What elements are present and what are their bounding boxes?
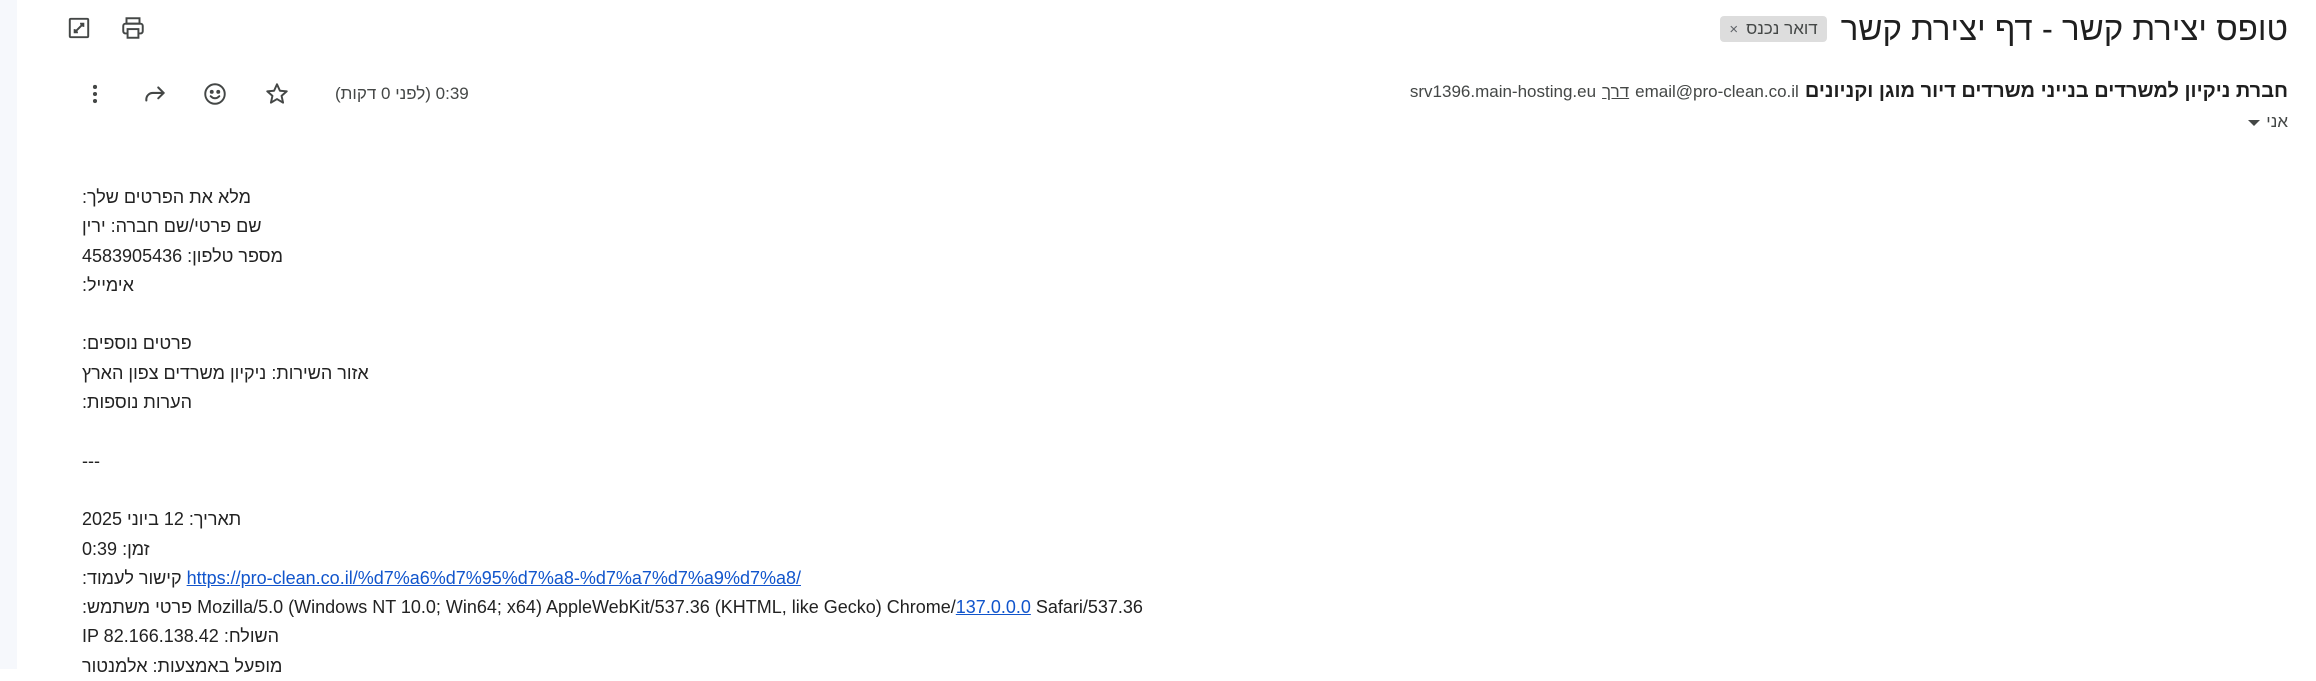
recipient-label: אני — [2266, 112, 2288, 131]
body-line-time: זמן: 0:39 — [82, 535, 1582, 564]
area-value: ניקיון משרדים צפון הארץ — [82, 362, 267, 383]
message-actions — [79, 78, 231, 110]
via-link[interactable]: דרך — [1602, 82, 1629, 102]
time-value: 0:39 — [82, 538, 118, 559]
header-actions — [63, 12, 149, 44]
more-options-button[interactable] — [79, 78, 111, 110]
powered-value: אלמנטור — [82, 655, 148, 676]
name-value: ירין — [82, 216, 106, 237]
details-title: פרטים נוספים: — [82, 333, 192, 354]
powered-label: מופעל באמצעות: — [152, 655, 283, 676]
date-value: 12 ביוני 2025 — [82, 509, 184, 530]
star-button[interactable] — [261, 78, 293, 110]
email-label: אימייל: — [82, 274, 134, 295]
ua-prefix: Mozilla/5.0 (Windows NT 10.0; Win64; x64… — [197, 597, 956, 618]
separator: --- — [82, 450, 100, 471]
emoji-icon — [204, 83, 226, 105]
chrome-version-link[interactable]: 137.0.0.0 — [956, 597, 1031, 617]
body-line-name: שם פרטי/שם חברה: ירין — [82, 212, 1582, 241]
body-line-area: אזור השירות: ניקיון משרדים צפון הארץ — [82, 359, 1582, 388]
recipient-details-toggle[interactable]: אני — [2248, 112, 2288, 132]
forward-button[interactable] — [139, 78, 171, 110]
intro-text: מלא את הפרטים שלך: — [82, 187, 251, 207]
add-reaction-button[interactable] — [199, 78, 231, 110]
powered-line: מופעל באמצעות: אלמנטור — [82, 652, 282, 681]
caret-down-icon — [2248, 120, 2261, 126]
notes-label: הערות נוספות: — [82, 392, 193, 413]
open-in-new-icon — [68, 17, 90, 39]
via-domain: srv1396.main-hosting.eu — [1409, 82, 1597, 101]
more-vert-icon — [92, 84, 98, 104]
page-link[interactable]: https://pro-clean.co.il/%d7%a6%d7%95%d7%… — [187, 568, 801, 588]
phone-label: מספר טלפון: — [187, 245, 283, 266]
ua-label: פרטי משתמש: — [82, 597, 193, 618]
ip-value: IP 82.166.138.42 — [82, 626, 219, 647]
body-line-details-title: פרטים נוספים: — [82, 329, 1582, 358]
date-line: תאריך: 12 ביוני 2025 — [82, 505, 241, 534]
area-label: אזור השירות: — [271, 362, 369, 383]
print-icon — [122, 17, 144, 39]
email-subject: טופס יצירת קשר - דף יצירת קשר — [1840, 10, 2288, 47]
body-line-phone: מספר טלפון: 4583905436 — [82, 242, 1582, 271]
body-line-user-agent: פרטי משתמש: Mozilla/5.0 (Windows NT 10.0… — [82, 593, 1582, 622]
message-body: מלא את הפרטים שלך: שם פרטי/שם חברה: ירין… — [82, 183, 1582, 681]
date-label: תאריך: — [188, 509, 242, 530]
open-in-new-window-button[interactable] — [63, 12, 95, 44]
email-view: טופס יצירת קשר - דף יצירת קשר דואר נכנס … — [17, 0, 2316, 676]
body-line-separator: --- — [82, 447, 1582, 476]
name-label-text: שם פרטי/שם חברה: — [110, 216, 262, 237]
body-line-email: אימייל: — [82, 271, 1582, 300]
left-sidebar-strip — [0, 0, 17, 669]
body-line-date: תאריך: 12 ביוני 2025 — [82, 505, 1582, 534]
ua-suffix: Safari/537.36 — [1030, 597, 1143, 618]
ip-label: השולח: — [223, 626, 280, 647]
subject-row: טופס יצירת קשר - דף יצירת קשר דואר נכנס … — [1720, 8, 2288, 50]
page-link-label: קישור לעמוד: — [82, 567, 182, 588]
time-label: זמן: — [122, 538, 150, 559]
message-meta-row: 0:39 (לפני 0 דקות) — [79, 78, 469, 110]
sender-name[interactable]: חברת ניקיון למשרדים בנייני משרדים דיור מ… — [1805, 80, 2288, 103]
star-icon — [266, 83, 288, 104]
body-line-powered: מופעל באמצעות: אלמנטור — [82, 652, 1582, 681]
sender-email: email@pro-clean.co.il — [1635, 82, 1799, 101]
inbox-label-text: דואר נכנס — [1746, 19, 1818, 38]
phone-line: מספר טלפון: 4583905436 — [82, 242, 283, 271]
message-time: 0:39 (לפני 0 דקות) — [335, 84, 469, 103]
sender-row: חברת ניקיון למשרדים בנייני משרדים דיור מ… — [1410, 80, 2288, 103]
phone-value: 4583905436 — [82, 245, 183, 266]
inbox-label-chip[interactable]: דואר נכנס × — [1720, 16, 1827, 42]
body-line-page-link: קישור לעמוד: https://pro-clean.co.il/%d7… — [82, 564, 1582, 593]
remove-label-button[interactable]: × — [1729, 21, 1738, 38]
area-line: אזור השירות: ניקיון משרדים צפון הארץ — [82, 359, 369, 388]
name-label: שם פרטי/שם חברה: ירין — [82, 212, 262, 241]
body-line-notes: הערות נוספות: — [82, 388, 1582, 417]
reply-icon — [145, 86, 165, 102]
time-line: זמן: 0:39 — [82, 535, 150, 564]
print-button[interactable] — [117, 12, 149, 44]
body-line-ip: IP 82.166.138.42 השולח: — [82, 622, 1582, 651]
body-line-intro: מלא את הפרטים שלך: — [82, 183, 1582, 212]
